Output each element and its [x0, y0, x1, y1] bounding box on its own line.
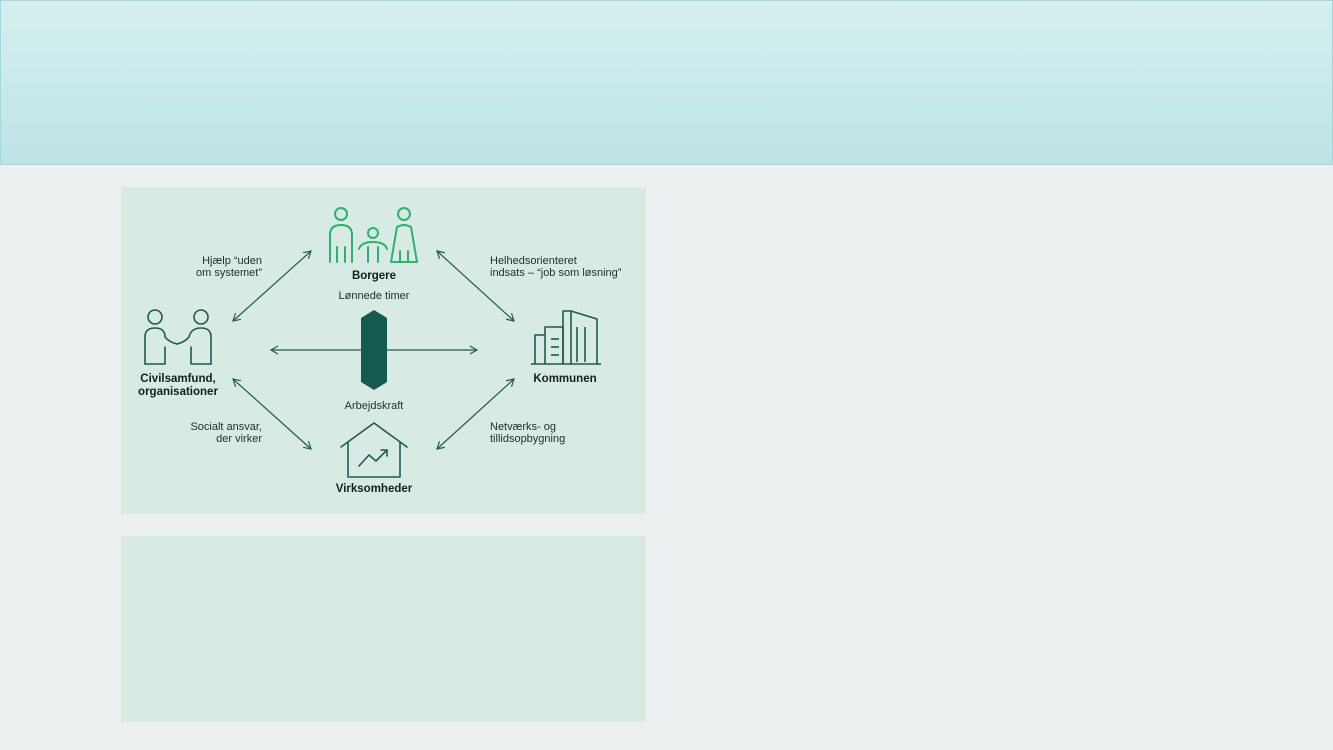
node-label-civilsamfund-line2: organisationer — [138, 386, 218, 398]
hexagon-bar-icon — [361, 310, 387, 390]
node-label-borgere: Borgere — [352, 270, 396, 282]
edge-label-top-right-line1: Helhedsorienteret — [490, 255, 577, 267]
house-growth-icon — [340, 422, 408, 478]
edge-label-top-right-line2: indsats – “job som løsning” — [490, 267, 622, 279]
buildings-icon — [531, 310, 601, 365]
edge-label-top-left-line2: om systemet” — [196, 267, 262, 279]
diagram-panel: Borgere Lønnede timer Arbejdskraft Civil… — [121, 187, 646, 514]
header-band — [0, 0, 1333, 165]
center-bottom-label: Arbejdskraft — [345, 400, 404, 412]
node-label-civilsamfund-line1: Civilsamfund, — [140, 373, 215, 385]
edge-label-top-left-line1: Hjælp “uden — [202, 255, 262, 267]
node-label-kommunen: Kommunen — [533, 373, 596, 385]
node-label-virksomheder: Virksomheder — [336, 483, 413, 495]
edge-label-bottom-right-line2: tillidsopbygning — [490, 433, 565, 445]
two-people-icon — [144, 309, 212, 365]
empty-content-panel — [121, 536, 646, 722]
edge-label-bottom-left-line2: der virker — [216, 433, 262, 445]
ecosystem-diagram: Borgere Lønnede timer Arbejdskraft Civil… — [138, 207, 622, 495]
family-icon — [329, 207, 418, 263]
center-top-label: Lønnede timer — [339, 290, 410, 302]
edge-label-bottom-left-line1: Socialt ansvar, — [190, 421, 262, 433]
edge-label-bottom-right-line1: Netværks- og — [490, 421, 556, 433]
